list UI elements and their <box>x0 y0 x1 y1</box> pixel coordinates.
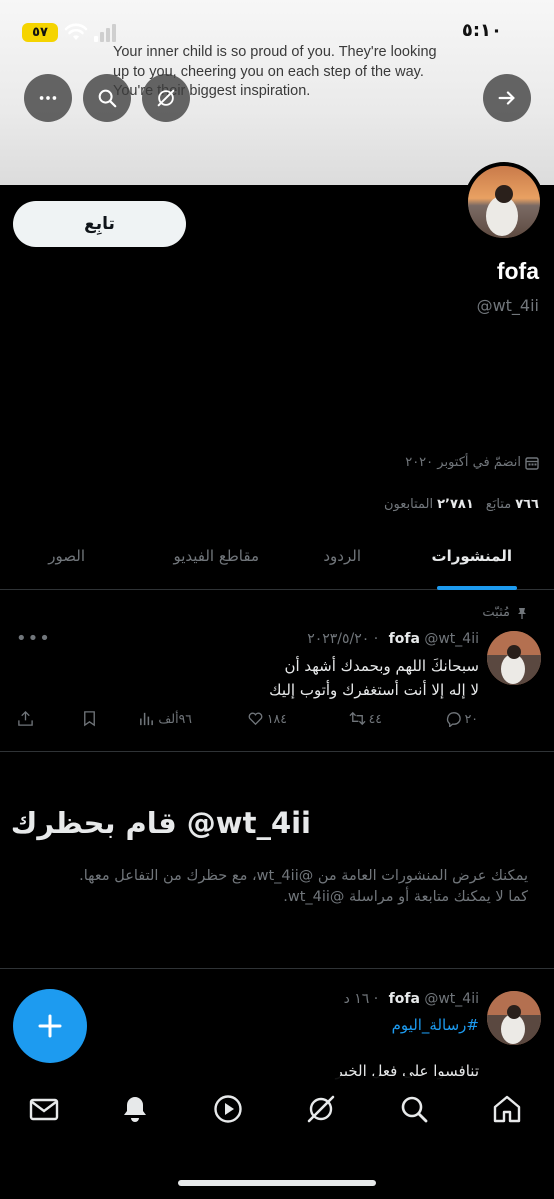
views-icon <box>140 712 154 726</box>
home-icon[interactable] <box>491 1093 523 1125</box>
following-link[interactable]: ٧٦٦متابَع <box>486 497 539 512</box>
post-author-name: fofa <box>388 631 420 647</box>
post-text-line2: لا إله إلا أنت أستغفرك وأتوب إليك <box>269 681 479 699</box>
tab-replies[interactable]: الردود <box>323 547 361 565</box>
like-count: ١٨٤ <box>266 711 287 726</box>
pin-icon <box>518 607 526 619</box>
tab-photos[interactable]: الصور <box>48 547 85 565</box>
repost-button[interactable]: ٤٤ <box>349 710 382 727</box>
post-avatar[interactable] <box>487 991 541 1045</box>
blocked-body-line2: كما لا يمكنك متابعة أو مراسلة @wt_4ii. <box>283 889 528 905</box>
followers-count: ٢٬٧٨١ <box>437 497 474 512</box>
post-author-handle: @wt_4ii <box>424 631 479 647</box>
display-name: fofa <box>496 258 539 284</box>
blocked-title: قام بحظرك @wt_4ii <box>10 806 311 840</box>
tab-posts[interactable]: المنشورات <box>432 547 512 565</box>
post-meta: fofa @wt_4ii · ٢٠٢٣/٥/٢٠ <box>307 631 479 647</box>
bookmark-icon <box>84 711 95 727</box>
reply-count: ٢٠ <box>464 711 478 726</box>
arrow-right-icon <box>498 91 515 105</box>
following-label: متابَع <box>485 497 512 512</box>
signal-icon <box>94 24 116 42</box>
blocked-body: يمكنك عرض المنشورات العامة من @wt_4ii، م… <box>28 866 528 908</box>
grok-nav-icon[interactable] <box>305 1093 337 1125</box>
views-button[interactable]: ٩٦ألف <box>138 710 192 727</box>
views-count: ٩٦ألف <box>158 711 192 726</box>
post-actions: ٢٠ ٤٤ ١٨٤ ٩٦ألف <box>0 708 554 734</box>
more-button[interactable] <box>24 74 72 122</box>
wifi-icon <box>64 23 88 40</box>
search-button[interactable] <box>83 74 131 122</box>
join-date: انضمّ في أكتوبر ٢٠٢٠ <box>405 455 539 470</box>
reply-button[interactable]: ٢٠ <box>445 710 478 727</box>
post-text-line1: سبحانكَ اللهم وبحمدك أشهد أن <box>284 657 479 675</box>
post-author-name: fofa <box>388 991 420 1007</box>
more-icon <box>39 96 57 100</box>
active-tab-indicator <box>437 586 517 590</box>
repost-icon <box>349 711 366 726</box>
plus-icon <box>38 1014 62 1038</box>
repost-count: ٤٤ <box>368 711 382 726</box>
search-nav-icon[interactable] <box>398 1093 430 1125</box>
follow-button[interactable]: تابِع <box>13 201 186 247</box>
calendar-icon <box>525 456 539 470</box>
post-more-button[interactable]: ••• <box>16 628 51 649</box>
like-button[interactable]: ١٨٤ <box>247 710 287 727</box>
status-time: ٥:١٠ <box>461 20 502 41</box>
heart-icon <box>248 712 263 726</box>
hashtag-link[interactable]: #رسالة_اليوم <box>336 1013 479 1037</box>
follow-stats: ٧٦٦متابَع ٢٬٧٨١المتابعون <box>384 497 539 512</box>
followers-label: المتابعون <box>383 497 434 512</box>
grok-button[interactable] <box>142 74 190 122</box>
status-bar: ٥٧ ٥:١٠ <box>0 0 554 44</box>
reply-icon <box>446 712 461 727</box>
post-date: ١٦ د <box>343 991 370 1007</box>
share-button[interactable] <box>17 710 34 727</box>
bell-icon[interactable] <box>119 1093 151 1125</box>
post-author-handle: @wt_4ii <box>424 991 479 1007</box>
post-date: ٢٠٢٣/٥/٢٠ <box>307 631 370 647</box>
post-text: #رسالة_اليوم تنافسوا على فعل الخير <box>336 1013 479 1083</box>
divider <box>0 751 554 752</box>
followers-link[interactable]: ٢٬٧٨١المتابعون <box>384 497 474 512</box>
profile-avatar[interactable] <box>464 162 544 242</box>
compose-button[interactable] <box>13 989 87 1063</box>
search-icon <box>98 89 117 108</box>
back-button[interactable] <box>483 74 531 122</box>
bookmark-button[interactable] <box>81 710 98 727</box>
join-date-text: انضمّ في أكتوبر ٢٠٢٠ <box>405 455 521 470</box>
post-avatar[interactable] <box>487 631 541 685</box>
tab-videos[interactable]: مقاطع الفيديو <box>173 547 259 565</box>
profile-tabs: المنشورات الردود مقاطع الفيديو الصور <box>0 530 554 590</box>
home-indicator <box>178 1180 376 1186</box>
share-icon <box>18 710 33 726</box>
following-count: ٧٦٦ <box>515 497 539 512</box>
grok-icon <box>157 89 175 107</box>
post-meta: fofa @wt_4ii · ١٦ د <box>343 991 479 1007</box>
mail-icon[interactable] <box>28 1093 60 1125</box>
blocked-body-line1: يمكنك عرض المنشورات العامة من @wt_4ii، م… <box>79 868 528 884</box>
battery-indicator: ٥٧ <box>22 23 58 42</box>
play-icon[interactable] <box>212 1093 244 1125</box>
profile-handle: @wt_4ii <box>476 296 539 315</box>
post-text: سبحانكَ اللهم وبحمدك أشهد أن لا إله إلا … <box>269 654 479 702</box>
pinned-text: مُثبّت <box>482 605 510 620</box>
pinned-label: مُثبّت <box>482 605 528 620</box>
divider <box>0 968 554 969</box>
